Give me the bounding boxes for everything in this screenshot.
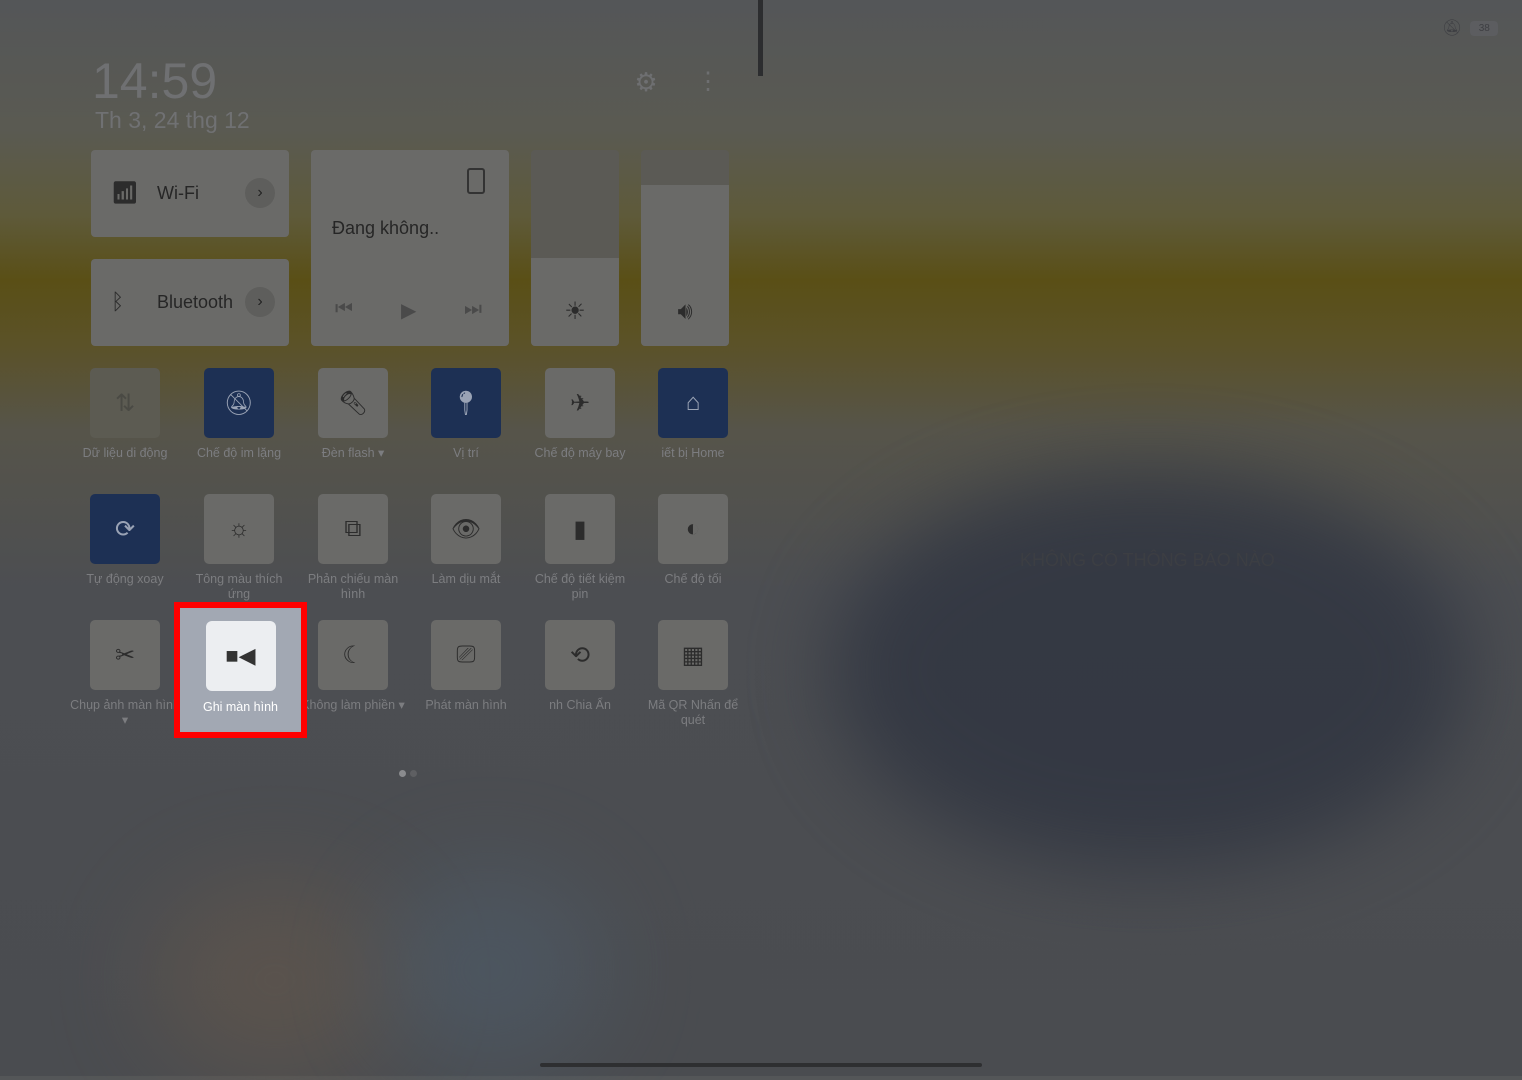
battery-saver-icon: ▮: [545, 494, 615, 564]
tile-label: Làm dịu mắt: [431, 572, 501, 586]
wifi-label: Wi-Fi: [157, 183, 199, 203]
tablet-icon[interactable]: [467, 168, 485, 194]
page-dot-active: [399, 770, 406, 777]
quick-tile[interactable]: ⧉ Phản chiếu màn hình: [298, 494, 408, 602]
quick-tile[interactable]: 👁︎ Làm dịu mắt: [411, 494, 521, 587]
cast-icon: ⎚: [431, 620, 501, 690]
bluetooth-label: Bluetooth: [157, 292, 234, 312]
tile-label: Chế độ tối: [664, 572, 722, 586]
volume-icon: 🔊︎: [677, 298, 693, 325]
wifi-icon: 📶︎: [111, 180, 139, 205]
location-icon: 📍︎: [431, 368, 501, 438]
wifi-toggle[interactable]: 📶︎ Wi-Fi ›: [91, 150, 289, 237]
tile-label: nh Chia Ẩn: [549, 698, 611, 712]
page-dot: [410, 770, 417, 777]
quick-tile[interactable]: ⟳ Tự động xoay: [70, 494, 180, 587]
quick-tile[interactable]: ⎚ Phát màn hình: [411, 620, 521, 713]
previous-icon[interactable]: ⏮: [335, 298, 353, 321]
panel-divider[interactable]: [758, 0, 763, 76]
tile-label: Tự động xoay: [86, 572, 164, 586]
airplane-icon: ✈: [545, 368, 615, 438]
qr-code-icon: ▦: [658, 620, 728, 690]
battery-indicator: 38: [1470, 20, 1499, 36]
status-bar: 🔕︎ 38: [1442, 18, 1499, 38]
quick-tile[interactable]: ☾ Không làm phiền ▾: [298, 620, 408, 713]
chevron-right-icon[interactable]: ›: [245, 287, 275, 317]
tile-label: Đèn flash ▾: [321, 446, 385, 460]
tile-label: Chế độ máy bay: [534, 446, 626, 460]
quick-tile[interactable]: 🔦︎ Đèn flash ▾: [298, 368, 408, 461]
quick-tile[interactable]: 📍︎ Vị trí: [411, 368, 521, 461]
wallpaper-blur: [830, 470, 1470, 870]
video-camera-icon: ■◀: [205, 621, 276, 691]
quick-tile[interactable]: ▮ Chế độ tiết kiệm pin: [525, 494, 635, 602]
rotate-icon: ⟳: [90, 494, 160, 564]
dark-mode-icon: ◐: [658, 494, 728, 564]
next-icon[interactable]: ⏭: [464, 298, 482, 321]
tile-label: Mã QR Nhấn để quét: [647, 698, 739, 727]
wallpaper-blur: [150, 880, 400, 1080]
bell-off-icon: 🔕︎: [204, 368, 274, 438]
gear-icon[interactable]: ⚙: [632, 68, 660, 96]
scissors-icon: ✂: [90, 620, 160, 690]
play-icon[interactable]: ▶: [401, 298, 416, 323]
quick-tile[interactable]: ⇅ Dữ liệu di động: [70, 368, 180, 461]
quick-tile[interactable]: ▦ Mã QR Nhấn để quét: [638, 620, 748, 728]
clock: 14:59: [92, 53, 218, 109]
share-icon: ⟲: [545, 620, 615, 690]
tile-label: Dữ liệu di động: [82, 446, 168, 460]
quick-tile[interactable]: ✂ Chụp ảnh màn hình ▾: [70, 620, 180, 728]
tile-label: Chụp ảnh màn hình ▾: [70, 698, 180, 727]
page-indicator: [399, 764, 421, 782]
home-icon: ⌂: [658, 368, 728, 438]
bell-off-icon: 🔕︎: [1442, 20, 1463, 37]
screen-record-tile-highlighted[interactable]: ■◀ Ghi màn hình: [174, 602, 307, 738]
bluetooth-icon: ᛒ: [111, 289, 125, 314]
no-notifications-text: KHÔNG CÓ THÔNG BÁO NÀO: [1020, 550, 1275, 570]
tile-label: Phản chiếu màn hình: [307, 572, 399, 601]
tile-label: Ghi màn hình: [202, 700, 279, 714]
tile-label: iết bị Home: [661, 446, 725, 460]
media-player: Đang không.. ⏮ ▶ ⏭: [311, 150, 509, 346]
more-vertical-icon[interactable]: ⋮: [696, 68, 720, 96]
brightness-slider[interactable]: ☀: [531, 150, 619, 346]
auto-brightness-icon: ☀: [564, 298, 586, 325]
quick-tile[interactable]: ✈ Chế độ máy bay: [525, 368, 635, 461]
quick-tile[interactable]: 🔕︎ Chế độ im lặng: [184, 368, 294, 461]
tile-label: Chế độ tiết kiệm pin: [534, 572, 626, 601]
adaptive-tone-icon: ☼: [204, 494, 274, 564]
chevron-right-icon[interactable]: ›: [245, 178, 275, 208]
tile-label: Tông màu thích ứng: [195, 572, 283, 601]
mobile-data-icon: ⇅: [90, 368, 160, 438]
tile-label: Phát màn hình: [425, 698, 507, 712]
quick-tile[interactable]: ⌂ iết bị Home: [638, 368, 748, 461]
date: Th 3, 24 thg 12: [95, 107, 250, 133]
tile-label: Chế độ im lặng: [196, 446, 282, 460]
bluetooth-toggle[interactable]: ᛒ Bluetooth ›: [91, 259, 289, 346]
wallpaper-blur: [380, 870, 600, 1070]
flashlight-icon: 🔦︎: [318, 368, 388, 438]
quick-tile[interactable]: ⟲ nh Chia Ẩn: [525, 620, 635, 713]
volume-slider[interactable]: 🔊︎: [641, 150, 729, 346]
media-title: Đang không..: [332, 218, 440, 238]
screen-mirror-icon: ⧉: [318, 494, 388, 564]
tile-label: Vị trí: [453, 446, 479, 460]
gesture-bar[interactable]: [540, 1063, 982, 1067]
tile-label: Không làm phiền ▾: [301, 698, 405, 712]
moon-icon: ☾: [318, 620, 388, 690]
quick-tile[interactable]: ◐ Chế độ tối: [638, 494, 748, 587]
eye-icon: 👁︎: [431, 494, 501, 564]
quick-tile[interactable]: ☼ Tông màu thích ứng: [184, 494, 294, 602]
